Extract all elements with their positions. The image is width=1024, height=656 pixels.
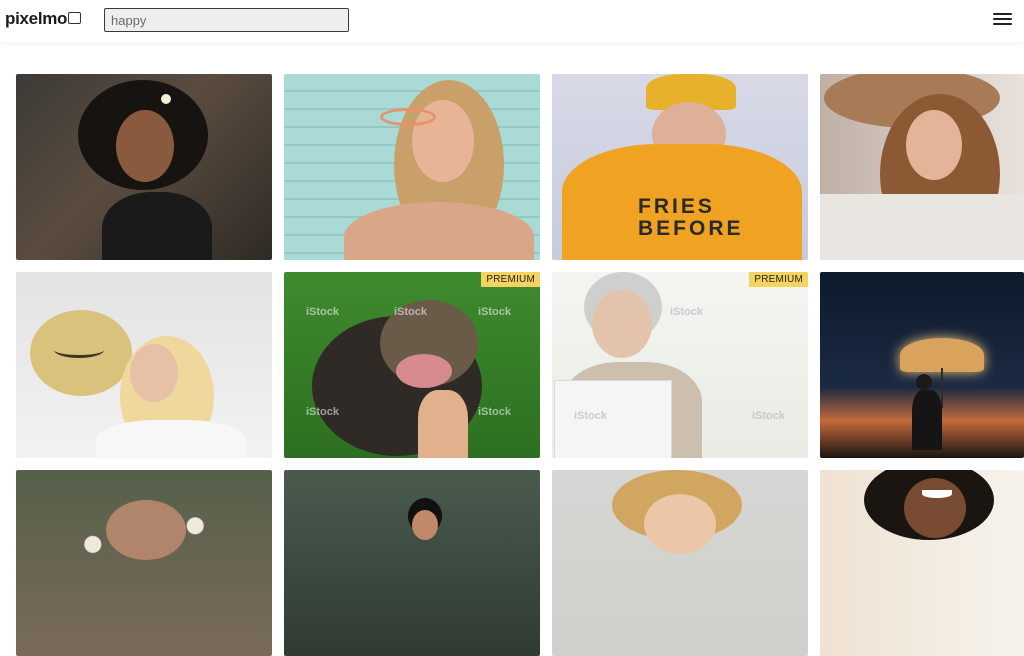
shirt-text: FRIES BEFORE bbox=[638, 195, 744, 240]
gallery-tile[interactable] bbox=[16, 74, 272, 260]
watermark: iStock bbox=[306, 306, 340, 318]
search-input[interactable] bbox=[104, 8, 349, 32]
premium-badge: PREMIUM bbox=[481, 272, 540, 287]
gallery-tile[interactable]: FRIES BEFORE bbox=[552, 74, 808, 260]
gallery-tile[interactable] bbox=[820, 74, 1024, 260]
gallery-tile[interactable] bbox=[284, 470, 540, 656]
premium-badge: PREMIUM bbox=[749, 272, 808, 287]
logo-text: pixelmo bbox=[5, 9, 68, 28]
gallery-tile[interactable]: iStock iStock iStock PREMIUM bbox=[552, 272, 808, 458]
top-bar: pixelmo bbox=[0, 0, 1024, 42]
gallery-tile[interactable]: iStock iStock iStock iStock iStock PREMI… bbox=[284, 272, 540, 458]
watermark: iStock bbox=[752, 410, 786, 422]
logo-mark-icon bbox=[68, 12, 82, 24]
gallery-tile[interactable] bbox=[16, 470, 272, 656]
watermark: iStock bbox=[478, 306, 512, 318]
gallery-tile[interactable] bbox=[820, 470, 1024, 656]
image-grid: FRIES BEFORE iStock iStock iStock iStock… bbox=[0, 0, 1024, 656]
watermark: iStock bbox=[670, 306, 704, 318]
gallery-tile[interactable] bbox=[16, 272, 272, 458]
gallery-tile[interactable] bbox=[552, 470, 808, 656]
watermark: iStock bbox=[306, 406, 340, 418]
watermark: iStock bbox=[478, 406, 512, 418]
logo[interactable]: pixelmo bbox=[5, 9, 82, 29]
gallery-tile[interactable] bbox=[820, 272, 1024, 458]
watermark: iStock bbox=[394, 306, 428, 318]
hamburger-icon[interactable] bbox=[993, 13, 1012, 25]
watermark: iStock bbox=[574, 410, 608, 422]
gallery-tile[interactable] bbox=[284, 74, 540, 260]
